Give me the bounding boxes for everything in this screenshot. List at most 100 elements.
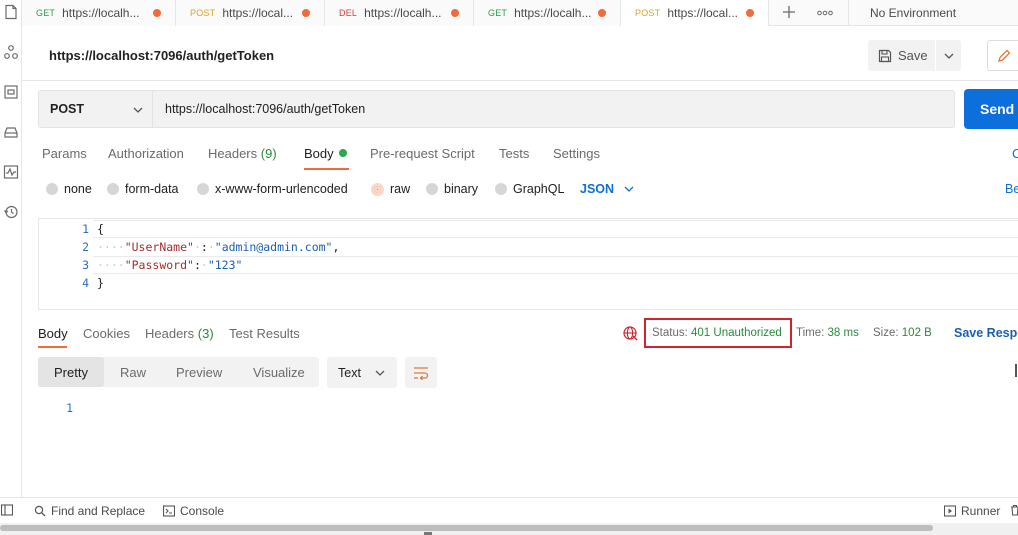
- response-format-select[interactable]: Text: [327, 357, 397, 388]
- save-dropdown-button[interactable]: [936, 40, 961, 71]
- radio-label: raw: [390, 182, 411, 196]
- method-label: POST: [635, 8, 661, 18]
- header-divider: [22, 80, 1018, 81]
- response-time[interactable]: Time: 38 ms: [796, 327, 859, 339]
- apis-icon[interactable]: [3, 44, 19, 60]
- radio-circle: [426, 183, 438, 195]
- body-active-dot-icon: [338, 149, 347, 157]
- headers-count: (9): [260, 146, 277, 161]
- size-value: 102 B: [901, 327, 932, 339]
- request-tab-3[interactable]: DEL https://localh...: [325, 0, 474, 26]
- toggle-sidebar-icon[interactable]: [1, 504, 13, 516]
- tab-authorization[interactable]: Authorization: [108, 146, 184, 161]
- method-label: GET: [488, 8, 508, 18]
- view-pretty[interactable]: Pretty: [38, 357, 104, 387]
- mock-servers-icon[interactable]: [3, 124, 19, 140]
- wrap-lines-button[interactable]: [405, 357, 437, 388]
- chevron-down-icon: [375, 370, 385, 376]
- collections-icon[interactable]: [3, 4, 19, 20]
- find-replace-button[interactable]: Find and Replace: [34, 504, 145, 518]
- request-tab-1[interactable]: GET https://localh...: [22, 0, 176, 26]
- tab-url: https://localh...: [514, 6, 592, 20]
- tab-headers-label: Headers: [208, 146, 258, 161]
- radio-binary[interactable]: binary: [426, 182, 478, 196]
- line-number: 4: [82, 276, 89, 290]
- active-response-tab-underline: [38, 346, 67, 348]
- radio-urlencoded[interactable]: x-www-form-urlencoded: [197, 182, 348, 196]
- method-select[interactable]: POST: [38, 90, 153, 128]
- status-value: 401 Unauthorized: [691, 327, 782, 339]
- radio-circle: [107, 183, 119, 195]
- body-editor[interactable]: 1 2 3 4 { ····"UserName"·:·"admin@admin.…: [38, 218, 1018, 310]
- history-icon[interactable]: [3, 204, 19, 220]
- console-label: Console: [180, 504, 225, 518]
- tab-url: https://localh...: [62, 6, 140, 20]
- radio-circle-selected: [371, 182, 384, 196]
- view-raw[interactable]: Raw: [120, 357, 146, 387]
- radio-form-data[interactable]: form-data: [107, 182, 179, 196]
- code-line-4: }: [97, 276, 104, 290]
- method-label: POST: [190, 8, 216, 18]
- response-format-value: Text: [338, 365, 361, 380]
- environments-icon[interactable]: [3, 84, 19, 100]
- left-sidebar: [0, 0, 22, 497]
- monitors-icon[interactable]: [3, 164, 19, 180]
- response-tab-test-results[interactable]: Test Results: [229, 326, 300, 341]
- tab-settings[interactable]: Settings: [553, 146, 600, 161]
- pencil-icon: [998, 49, 1011, 62]
- format-select[interactable]: JSON: [580, 182, 634, 196]
- save-button[interactable]: Save: [868, 40, 935, 71]
- save-icon: [878, 49, 892, 62]
- tab-body-label: Body: [304, 146, 334, 161]
- format-value: JSON: [580, 182, 615, 196]
- response-tab-headers[interactable]: Headers (3): [145, 326, 214, 341]
- tab-url: https://localh...: [364, 6, 442, 20]
- request-tab-2[interactable]: POST https://local...: [176, 0, 325, 26]
- radio-label: x-www-form-urlencoded: [215, 182, 348, 196]
- tab-prerequest-script[interactable]: Pre-request Script: [370, 146, 475, 161]
- chevron-down-icon: [133, 107, 143, 113]
- console-button[interactable]: Console: [163, 504, 224, 518]
- url-input[interactable]: https://localhost:7096/auth/getToken: [153, 90, 955, 128]
- size-label: Size:: [873, 327, 899, 339]
- radio-none[interactable]: none: [46, 182, 92, 196]
- tab-params[interactable]: Params: [42, 146, 87, 161]
- response-headers-count: (3): [197, 326, 214, 341]
- view-preview[interactable]: Preview: [176, 357, 222, 387]
- send-button[interactable]: Send: [964, 89, 1018, 129]
- current-line-highlight: [93, 220, 1018, 238]
- tab-body[interactable]: Body: [304, 146, 347, 161]
- radio-label: none: [64, 182, 92, 196]
- request-tab-4[interactable]: GET https://localh...: [474, 0, 621, 26]
- radio-raw[interactable]: raw: [371, 182, 410, 196]
- runner-label: Runner: [961, 504, 1001, 518]
- find-replace-label: Find and Replace: [51, 504, 146, 518]
- tab-tests[interactable]: Tests: [499, 146, 529, 161]
- json-key: "UserName": [124, 240, 194, 254]
- status-badge[interactable]: Status: 401 Unauthorized: [644, 318, 792, 348]
- wrap-lines-icon: [414, 366, 429, 380]
- view-visualize[interactable]: Visualize: [253, 357, 305, 387]
- save-response-button[interactable]: Save Respo: [954, 326, 1018, 340]
- environment-selector[interactable]: No Environment: [870, 6, 956, 20]
- cookies-link[interactable]: C: [1012, 146, 1018, 161]
- radio-graphql[interactable]: GraphQL: [495, 182, 564, 196]
- request-tab-5-active[interactable]: POST https://local...: [621, 0, 769, 26]
- tab-headers[interactable]: Headers (9): [208, 146, 277, 161]
- response-tab-cookies[interactable]: Cookies: [83, 326, 130, 341]
- new-tab-plus-icon[interactable]: [782, 5, 796, 19]
- time-label: Time:: [796, 327, 825, 339]
- globe-icon[interactable]: [622, 325, 638, 341]
- method-label: DEL: [339, 8, 358, 18]
- runner-button[interactable]: Runner: [944, 504, 1000, 518]
- unsaved-dot-icon: [598, 9, 606, 17]
- unsaved-dot-icon: [302, 9, 310, 17]
- radio-label: GraphQL: [513, 182, 565, 196]
- trash-icon[interactable]: [1010, 504, 1018, 516]
- response-size[interactable]: Size: 102 B: [873, 327, 932, 339]
- more-tabs-icon[interactable]: [817, 10, 833, 16]
- scrollbar-thumb[interactable]: [0, 525, 933, 531]
- beautify-link[interactable]: Be: [1005, 182, 1018, 196]
- edit-button[interactable]: [987, 40, 1018, 71]
- response-tab-body[interactable]: Body: [38, 326, 68, 341]
